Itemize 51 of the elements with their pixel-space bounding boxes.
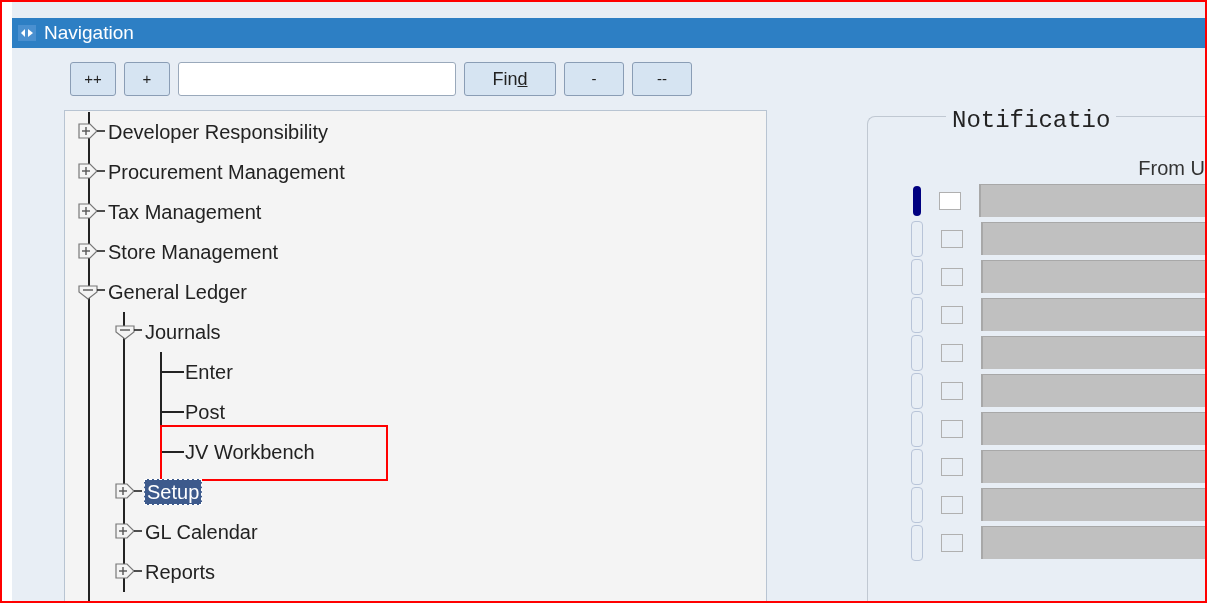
row-checkbox[interactable] [941, 267, 963, 286]
notification-field[interactable] [981, 336, 1205, 369]
row-checkbox[interactable] [941, 343, 963, 362]
tree-item[interactable]: Store Management [107, 240, 280, 264]
row-checkbox[interactable] [941, 229, 963, 248]
tree-item[interactable]: JV Workbench [184, 440, 316, 464]
expand-icon[interactable] [114, 522, 144, 542]
expand-icon[interactable] [77, 162, 107, 182]
window-icon [18, 25, 36, 41]
collapse-icon[interactable] [77, 282, 107, 302]
collapse-button[interactable]: - [564, 62, 624, 96]
notification-field[interactable] [981, 488, 1205, 521]
row-checkbox[interactable] [941, 533, 963, 552]
notification-field[interactable] [981, 222, 1205, 255]
notification-field[interactable] [981, 412, 1205, 445]
row-checkbox[interactable] [941, 457, 963, 476]
find-button[interactable]: Find [464, 62, 556, 96]
expand-icon[interactable] [114, 482, 144, 502]
expand-icon[interactable] [77, 202, 107, 222]
tree-item[interactable]: Developer Responsibility [107, 120, 330, 144]
notification-field[interactable] [981, 450, 1205, 483]
tree-item[interactable]: Reports [144, 560, 217, 584]
row-checkbox[interactable] [941, 495, 963, 514]
collapse-button[interactable]: -- [632, 62, 692, 96]
expand-icon[interactable] [77, 242, 107, 262]
tree-item[interactable]: General Ledger [107, 280, 248, 304]
column-header: From U [1138, 156, 1205, 181]
tree-item[interactable]: Procurement Management [107, 160, 346, 184]
record-indicator[interactable] [913, 185, 921, 216]
search-field[interactable] [178, 62, 456, 96]
row-checkbox[interactable] [941, 305, 963, 324]
tree-item[interactable]: GL Calendar [144, 520, 259, 544]
tree-item[interactable]: Enter [184, 360, 234, 384]
tree-item[interactable]: Post [184, 400, 227, 424]
row-checkbox[interactable] [941, 419, 963, 438]
notification-field[interactable] [981, 526, 1205, 559]
expand-icon[interactable] [77, 122, 107, 142]
expand-button[interactable]: ++ [70, 62, 116, 96]
row-checkbox[interactable] [941, 381, 963, 400]
expand-button[interactable]: + [124, 62, 170, 96]
tree-item[interactable]: Journals [144, 320, 222, 344]
notification-field[interactable] [981, 260, 1205, 293]
notification-field[interactable] [979, 184, 1205, 217]
expand-icon[interactable] [114, 562, 144, 582]
notification-field[interactable] [981, 374, 1205, 407]
collapse-icon[interactable] [114, 322, 144, 342]
window-title: Navigation [44, 20, 134, 45]
notification-field[interactable] [981, 298, 1205, 331]
tree-item[interactable]: Setup [144, 479, 203, 505]
tree-item[interactable]: Tax Management [107, 200, 263, 224]
row-checkbox[interactable] [939, 191, 961, 210]
